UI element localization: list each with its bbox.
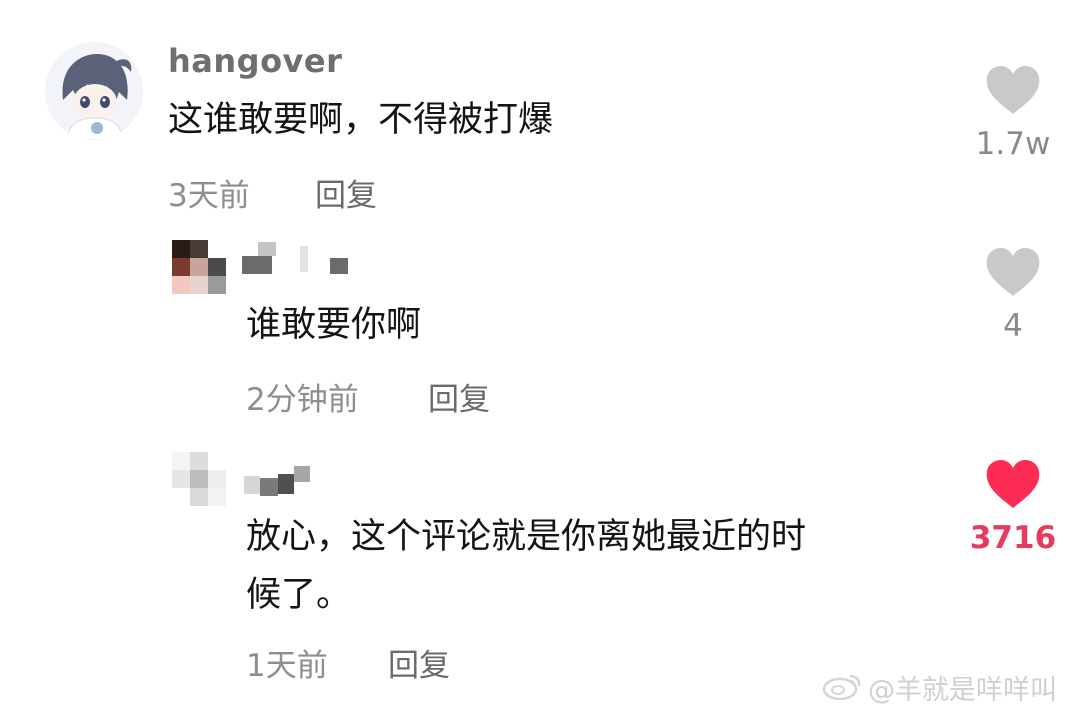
avatar-blurred[interactable] bbox=[172, 452, 226, 506]
reply-button[interactable]: 回复 bbox=[428, 374, 490, 419]
comment-text: 谁敢要你啊 bbox=[246, 305, 422, 345]
comment-timestamp: 1天前 bbox=[246, 648, 328, 684]
avatar-hangover[interactable] bbox=[45, 42, 143, 140]
like-button[interactable]: 4 bbox=[958, 248, 1068, 344]
like-count: 4 bbox=[1003, 308, 1023, 344]
heart-icon bbox=[986, 248, 1040, 296]
comment-timestamp: 3天前 bbox=[168, 178, 250, 214]
watermark-text: @羊就是咩咩叫 bbox=[868, 675, 1057, 706]
comment-username[interactable]: hangover bbox=[168, 42, 342, 80]
reply-button[interactable]: 回复 bbox=[315, 170, 377, 215]
weibo-logo-icon bbox=[822, 674, 861, 700]
like-button[interactable]: 3716 bbox=[958, 460, 1068, 556]
like-button[interactable]: 1.7w bbox=[958, 66, 1068, 162]
comment-timestamp: 2分钟前 bbox=[246, 382, 359, 418]
comment-text-line: 候了。 bbox=[246, 575, 352, 615]
like-count: 1.7w bbox=[975, 126, 1051, 162]
comment-text-line: 放心，这个评论就是你离她最近的时 bbox=[246, 517, 807, 557]
reply-button[interactable]: 回复 bbox=[388, 640, 450, 685]
anime-avatar-image bbox=[45, 42, 143, 140]
watermark: @羊就是咩咩叫 bbox=[822, 668, 1072, 706]
comment-text: 放心，这个评论就是你离她最近的时 候了。 bbox=[246, 508, 806, 624]
username-censored[interactable] bbox=[244, 464, 324, 500]
like-count: 3716 bbox=[969, 520, 1057, 556]
heart-icon bbox=[986, 460, 1040, 508]
avatar-blurred[interactable] bbox=[172, 240, 226, 294]
heart-icon bbox=[986, 66, 1040, 114]
comment-text: 这谁敢要啊，不得被打爆 bbox=[168, 100, 554, 140]
username-censored[interactable] bbox=[242, 242, 362, 276]
